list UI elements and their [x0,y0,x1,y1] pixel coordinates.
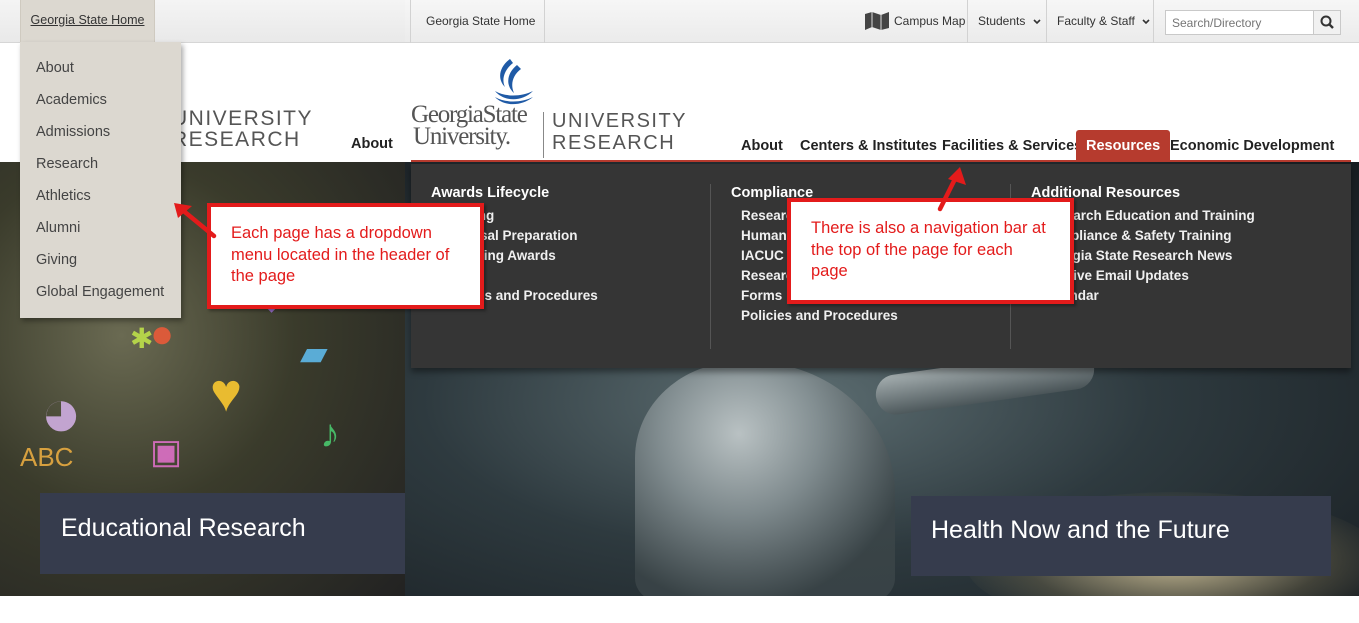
search-input[interactable] [1166,11,1315,34]
heart-icon: ♥ [210,363,243,423]
georgia-state-home-link[interactable]: Georgia State Home [426,0,535,43]
search-box [1165,10,1341,35]
georgia-state-dropdown-menu: About Academics Admissions Research Athl… [20,42,181,318]
campus-map-link[interactable]: Campus Map [894,0,965,43]
faculty-staff-label: Faculty & Staff [1057,14,1135,28]
callout-navbar-note: There is also a navigation bar at the to… [787,198,1074,304]
utility-bar: Georgia State Home Campus Map Students F… [405,0,1359,43]
gsu-flame-logo-icon [495,59,533,105]
ruler-icon: ▰ [300,332,328,373]
divider [1046,0,1047,43]
dropdown-item[interactable]: About [20,52,181,84]
divider [1153,0,1154,43]
arrow-icon [937,167,966,212]
mega-divider [710,184,711,349]
utility-bar: Georgia State Home [0,0,405,43]
dropdown-item[interactable]: Global Engagement [20,276,181,308]
palette-icon: ◕ [40,373,83,451]
right-screenshot: Georgia State Home Campus Map Students F… [405,0,1359,623]
faculty-staff-menu[interactable]: Faculty & Staff [1057,0,1150,43]
gsu-wordmark: GeorgiaState University. [411,102,528,150]
students-menu[interactable]: Students [978,0,1041,43]
arrow-icon [174,203,217,239]
apple-icon: ● [150,312,175,356]
students-label: Students [978,14,1026,28]
divider [544,0,545,43]
divider [410,0,411,43]
left-screenshot: Georgia State Home UNIVERSITY RESEARCH A… [0,0,405,623]
hero-caption-educational[interactable]: Educational Research [40,493,405,574]
letters-icon: ABC [20,442,74,472]
search-button[interactable] [1313,11,1340,34]
hero-caption-health[interactable]: Health Now and the Future [911,496,1331,576]
nav-facilities-services[interactable]: Facilities & Services [942,130,1082,163]
dropdown-item[interactable]: Research [20,148,181,180]
logo-line-1: UNIVERSITY [552,110,688,132]
georgia-state-home-link[interactable]: Georgia State Home [20,0,155,43]
callout-dropdown-note: Each page has a dropdown menu located in… [207,203,484,309]
map-icon [865,12,889,30]
nav-about[interactable]: About [741,130,783,163]
dropdown-item[interactable]: Admissions [20,116,181,148]
gsu-wordmark-line-2: University. [413,123,511,150]
nav-about[interactable]: About [351,136,393,152]
search-icon [1320,15,1334,29]
logo-line-2: RESEARCH [552,132,676,154]
chevron-down-icon [1142,19,1150,25]
molecule-icon: ✱ [130,323,154,354]
nav-resources[interactable]: Resources [1076,130,1171,163]
music-icon: ♪ [320,412,340,456]
divider [967,0,968,43]
logo-line-1: UNIVERSITY [172,107,314,130]
cube-icon: ▣ [150,433,183,471]
nav-economic-development[interactable]: Economic Development [1170,130,1334,163]
dropdown-item[interactable]: Academics [20,84,181,116]
university-research-logo-text: UNIVERSITY RESEARCH [552,110,687,154]
dropdown-item[interactable]: Alumni [20,212,181,244]
dropdown-item[interactable]: Athletics [20,180,181,212]
mega-link[interactable]: Policies and Procedures [731,306,898,326]
dropdown-item[interactable]: Giving [20,244,181,276]
chevron-down-icon [1033,19,1041,25]
hero-figure-body [635,362,895,596]
logo-line-2: RESEARCH [172,128,301,151]
nav-centers-institutes[interactable]: Centers & Institutes [800,130,937,163]
logo-divider [543,112,544,158]
university-research-logo-text: UNIVERSITY RESEARCH [172,108,313,150]
